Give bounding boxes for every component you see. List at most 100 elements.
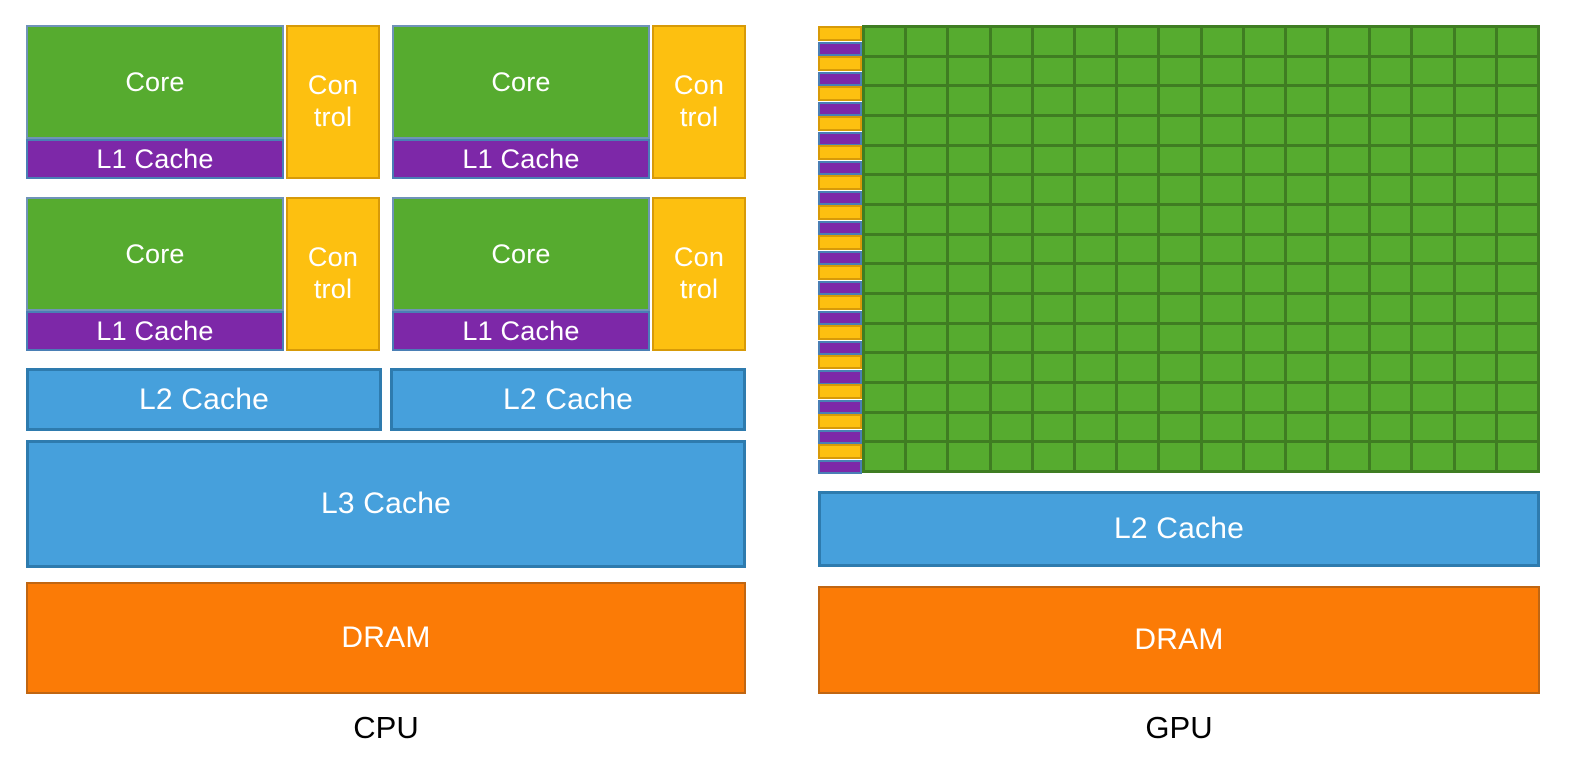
gpu-core-cell — [1033, 146, 1073, 174]
cpu-control-label-line2: trol — [313, 102, 353, 132]
gpu-core-cell — [865, 87, 905, 114]
gpu-l1-cache-bar — [818, 370, 862, 385]
gpu-core-cell — [1286, 176, 1327, 203]
gpu-core-cell — [949, 146, 989, 174]
cpu-l1-cache-block: L1 Cache — [26, 139, 284, 179]
gpu-core-cell — [949, 443, 989, 470]
gpu-caption-label: GPU — [1145, 710, 1213, 745]
gpu-core-cell — [1371, 294, 1411, 322]
cpu-l3-cache-label: L3 Cache — [320, 487, 452, 520]
gpu-core-cell — [1413, 354, 1453, 381]
gpu-core-cell — [1371, 235, 1411, 263]
gpu-core-cell — [1413, 413, 1453, 441]
gpu-core-cell — [1244, 176, 1284, 203]
gpu-core-cell — [1202, 383, 1242, 411]
gpu-caption: GPU — [818, 710, 1540, 746]
gpu-core-cell — [1455, 294, 1495, 322]
gpu-core-cell — [1033, 87, 1073, 114]
gpu-core-cell — [1413, 294, 1453, 322]
gpu-control-bar — [818, 444, 862, 460]
gpu-l1-cache-bar — [818, 101, 862, 116]
gpu-core-cell — [1160, 28, 1200, 55]
gpu-core-cell — [949, 205, 989, 233]
gpu-core-cell — [1413, 28, 1453, 55]
gpu-core-cell — [907, 205, 947, 233]
gpu-core-cell — [1118, 57, 1158, 85]
gpu-core-cell — [949, 28, 989, 55]
gpu-core-cell — [1033, 383, 1073, 411]
gpu-core-cell — [1160, 294, 1200, 322]
gpu-core-cell — [991, 294, 1031, 322]
gpu-control-bar — [818, 115, 862, 131]
gpu-core-cell — [1202, 235, 1242, 263]
gpu-core-cell — [1160, 324, 1200, 352]
gpu-core-cell — [1033, 265, 1073, 292]
gpu-core-cell — [1455, 354, 1495, 381]
gpu-core-cell — [1118, 205, 1158, 233]
gpu-core-cell — [1075, 205, 1116, 233]
cpu-caption-label: CPU — [353, 710, 419, 745]
gpu-core-cell — [991, 28, 1031, 55]
gpu-core-cell — [1286, 205, 1327, 233]
gpu-core-cell — [1202, 265, 1242, 292]
gpu-core-cell — [907, 413, 947, 441]
gpu-core-cell — [1413, 383, 1453, 411]
gpu-core-cell — [991, 443, 1031, 470]
gpu-core-cell — [1118, 294, 1158, 322]
gpu-core-cell — [1286, 28, 1327, 55]
gpu-core-cell — [1202, 294, 1242, 322]
cpu-l1-cache-block: L1 Cache — [392, 139, 650, 179]
gpu-core-cell — [1118, 28, 1158, 55]
cpu-core-label: Core — [125, 66, 185, 97]
gpu-control-bar — [818, 26, 862, 41]
gpu-core-cell — [1160, 176, 1200, 203]
cpu-l2-cache-label: L2 Cache — [138, 382, 270, 416]
gpu-core-cell — [1033, 354, 1073, 381]
gpu-core-cell — [907, 324, 947, 352]
gpu-core-cell — [1413, 205, 1453, 233]
gpu-core-cell — [1286, 57, 1327, 85]
gpu-core-cell — [1286, 146, 1327, 174]
gpu-core-cell — [1075, 265, 1116, 292]
gpu-core-cell — [1244, 87, 1284, 114]
gpu-core-cell — [1075, 57, 1116, 85]
gpu-core-cell — [907, 87, 947, 114]
gpu-core-cell — [907, 235, 947, 263]
gpu-core-cell — [1202, 176, 1242, 203]
cpu-l1-cache-block: L1 Cache — [392, 311, 650, 351]
gpu-core-cell — [1118, 116, 1158, 144]
gpu-core-cell — [949, 57, 989, 85]
gpu-l1-cache-bar — [818, 71, 862, 86]
gpu-core-cell — [1160, 354, 1200, 381]
gpu-core-cell — [1286, 354, 1327, 381]
gpu-core-cell — [949, 116, 989, 144]
gpu-core-cell — [1244, 413, 1284, 441]
gpu-dram-label: DRAM — [1134, 623, 1224, 656]
gpu-core-cell — [991, 383, 1031, 411]
gpu-core-cell — [1286, 443, 1327, 470]
gpu-core-cell — [1160, 57, 1200, 85]
gpu-core-cell — [865, 383, 905, 411]
gpu-core-cell — [1160, 146, 1200, 174]
gpu-core-cell — [1455, 265, 1495, 292]
gpu-core-cell — [907, 116, 947, 144]
gpu-core-cell — [1118, 146, 1158, 174]
gpu-core-cell — [865, 28, 905, 55]
gpu-core-cell — [1202, 116, 1242, 144]
gpu-core-cell — [1033, 324, 1073, 352]
gpu-core-cell — [1244, 57, 1284, 85]
gpu-core-cell — [991, 235, 1031, 263]
gpu-core-cell — [907, 176, 947, 203]
gpu-core-cell — [1455, 28, 1495, 55]
gpu-dram-block: DRAM — [818, 586, 1540, 694]
gpu-core-cell — [1497, 146, 1537, 174]
gpu-core-cell — [1075, 443, 1116, 470]
gpu-core-cell — [865, 176, 905, 203]
gpu-core-cell — [1244, 116, 1284, 144]
gpu-core-cell — [991, 146, 1031, 174]
gpu-core-cell — [865, 146, 905, 174]
gpu-core-cell — [1033, 205, 1073, 233]
gpu-l1-cache-bar — [818, 191, 862, 206]
gpu-l2-cache-label: L2 Cache — [1113, 512, 1245, 545]
gpu-core-cell — [1497, 176, 1537, 203]
